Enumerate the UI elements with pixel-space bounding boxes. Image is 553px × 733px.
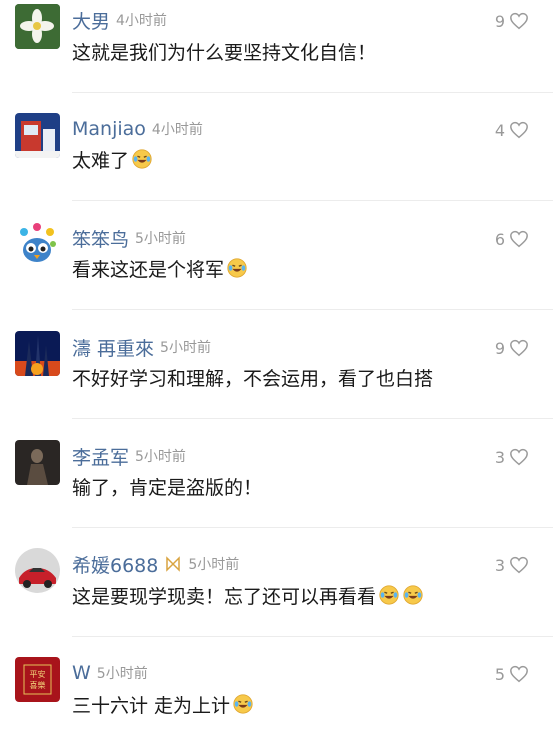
laughing-crying-emoji-icon	[132, 149, 152, 169]
heart-outline-icon	[510, 12, 528, 30]
like-count: 9	[494, 338, 505, 358]
laughing-crying-emoji-icon	[227, 258, 247, 278]
laughing-crying-emoji-icon	[379, 585, 399, 605]
like-button[interactable]: 9	[495, 9, 529, 33]
avatar[interactable]	[15, 4, 60, 49]
like-count: 6	[494, 229, 505, 249]
comment-text[interactable]: 不好好学习和理解，不会运用，看了也白搭	[72, 363, 433, 391]
username[interactable]: 笨笨鸟	[72, 225, 129, 252]
username[interactable]: W	[72, 662, 91, 684]
laughing-crying-emoji-icon	[233, 694, 253, 714]
comment-time: 5小时前	[188, 557, 240, 573]
comment-text[interactable]: 这是要现学现卖！忘了还可以再看看	[72, 581, 424, 609]
comment-header: Manjiao 4小时前	[72, 117, 203, 141]
comment-text-content: 这是要现学现卖！忘了还可以再看看	[72, 585, 377, 608]
comment-text-content: 这就是我们为什么要坚持文化自信！	[72, 41, 377, 64]
like-button[interactable]: 3	[495, 553, 529, 577]
heart-outline-icon	[510, 230, 528, 248]
divider	[72, 200, 553, 201]
like-button[interactable]: 4	[495, 118, 529, 142]
like-count: 9	[494, 11, 505, 31]
svg-text:喜樂: 喜樂	[30, 680, 46, 690]
divider	[72, 418, 553, 419]
comment-time: 5小时前	[160, 340, 211, 356]
svg-text:平安: 平安	[30, 669, 46, 679]
comment-text-content: 看来这还是个将军	[72, 258, 225, 281]
like-count: 3	[494, 447, 505, 467]
comment-text[interactable]: 这就是我们为什么要坚持文化自信！	[72, 37, 376, 65]
avatar[interactable]	[15, 222, 60, 267]
comment-text[interactable]: 三十六计 走为上计	[72, 690, 254, 718]
comment-time: 5小时前	[96, 666, 148, 682]
avatar[interactable]	[15, 113, 60, 158]
comment-header: 希媛6688 5小时前	[72, 551, 240, 578]
avatar[interactable]: 平安 喜樂	[15, 657, 60, 702]
comment-text-content: 三十六计 走为上计	[72, 694, 231, 717]
comment-text[interactable]: 输了，肯定是盗版的！	[72, 472, 262, 500]
divider	[72, 527, 553, 528]
divider	[72, 92, 553, 93]
like-button[interactable]: 3	[495, 445, 529, 469]
like-count: 4	[494, 120, 505, 140]
heart-outline-icon	[510, 556, 528, 574]
avatar[interactable]	[15, 331, 60, 376]
comment-time: 5小时前	[135, 449, 186, 465]
avatar[interactable]	[15, 440, 60, 485]
username[interactable]: Manjiao	[72, 118, 146, 140]
comment-header: 李孟军 5小时前	[72, 443, 186, 470]
comment-text-content: 太难了	[72, 149, 130, 172]
like-button[interactable]: 6	[495, 227, 529, 251]
username[interactable]: 大男	[72, 7, 110, 34]
divider	[72, 636, 553, 637]
comment-header: 大男 4小时前	[72, 7, 167, 34]
like-count: 5	[494, 664, 505, 684]
comment-time: 5小时前	[135, 231, 186, 247]
heart-outline-icon	[510, 665, 528, 683]
comment-time: 4小时前	[151, 122, 203, 138]
comment-text[interactable]: 太难了	[72, 145, 153, 173]
like-button[interactable]: 9	[495, 336, 529, 360]
username[interactable]: 李孟军	[72, 443, 129, 470]
heart-outline-icon	[510, 121, 528, 139]
username[interactable]: 希媛6688	[72, 551, 158, 578]
comment-header: W 5小时前	[72, 661, 148, 685]
like-button[interactable]: 5	[495, 662, 529, 686]
heart-outline-icon	[510, 339, 528, 357]
avatar[interactable]	[15, 548, 60, 593]
comment-text-content: 不好好学习和理解，不会运用，看了也白搭	[72, 367, 434, 390]
comment-time: 4小时前	[116, 13, 167, 29]
like-count: 3	[494, 555, 505, 575]
comment-text[interactable]: 看来这还是个将军	[72, 254, 248, 282]
comment-header: 濤 再重來 5小时前	[72, 334, 211, 361]
divider	[72, 309, 553, 310]
comment-header: 笨笨鸟 5小时前	[72, 225, 186, 252]
ribbon-badge-icon	[166, 556, 181, 572]
comment-text-content: 输了，肯定是盗版的！	[72, 476, 263, 499]
username[interactable]: 濤 再重來	[72, 334, 154, 361]
heart-outline-icon	[510, 448, 528, 466]
laughing-crying-emoji-icon	[403, 585, 423, 605]
